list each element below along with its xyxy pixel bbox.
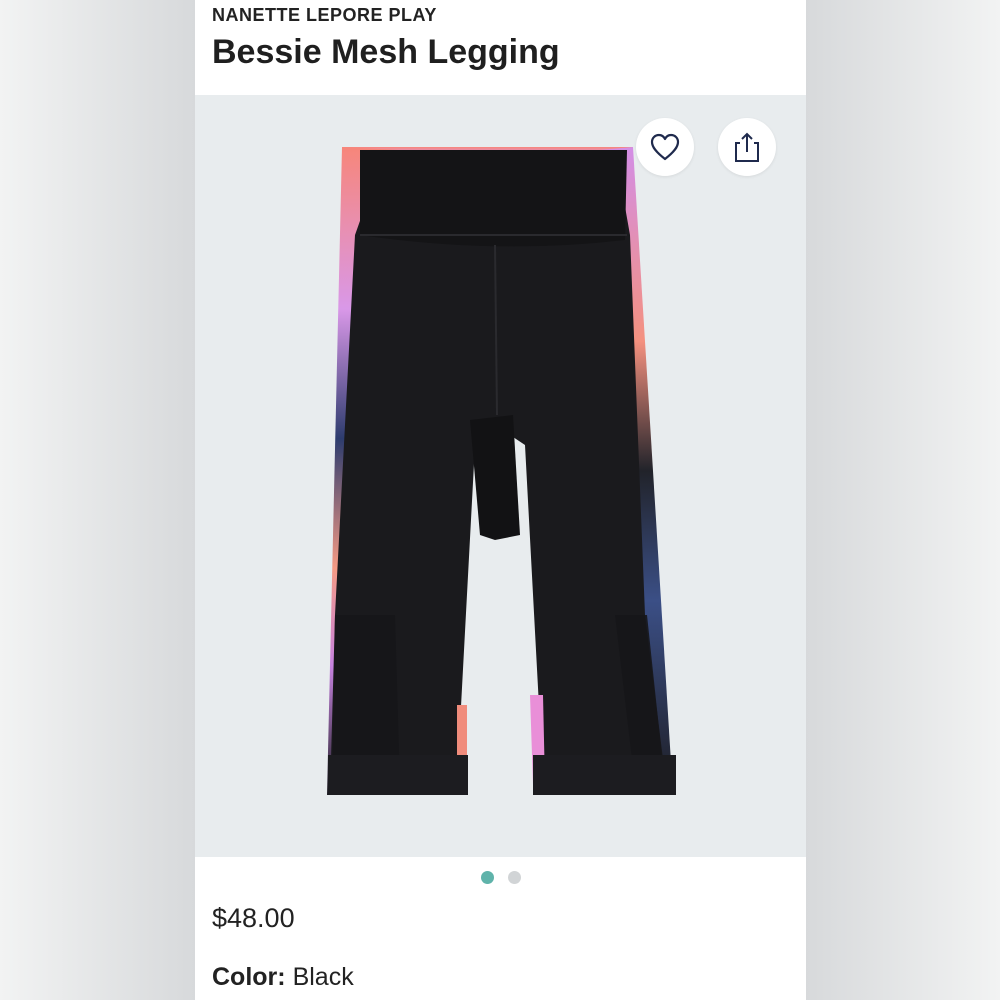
product-image-carousel[interactable]: [195, 95, 806, 857]
product-price: $48.00: [212, 903, 295, 933]
right-backdrop: [805, 0, 1000, 1000]
product-photo: [327, 147, 676, 795]
product-detail-screen: NANETTE LEPORE PLAY Bessie Mesh Legging: [195, 0, 806, 1000]
carousel-dot-1[interactable]: [480, 871, 494, 884]
carousel-indicator: [195, 871, 806, 884]
product-title: Bessie Mesh Legging: [212, 33, 560, 71]
share-icon: [735, 132, 759, 162]
brand-name[interactable]: NANETTE LEPORE PLAY: [212, 5, 437, 26]
color-selection: Color: Black: [212, 963, 354, 992]
favorite-button[interactable]: [636, 118, 694, 176]
share-button[interactable]: [718, 118, 776, 176]
carousel-dot-2[interactable]: [507, 871, 521, 884]
left-backdrop: [0, 0, 195, 1000]
color-value: Black: [292, 963, 354, 991]
heart-icon: [650, 133, 680, 161]
color-label: Color:: [212, 963, 286, 991]
